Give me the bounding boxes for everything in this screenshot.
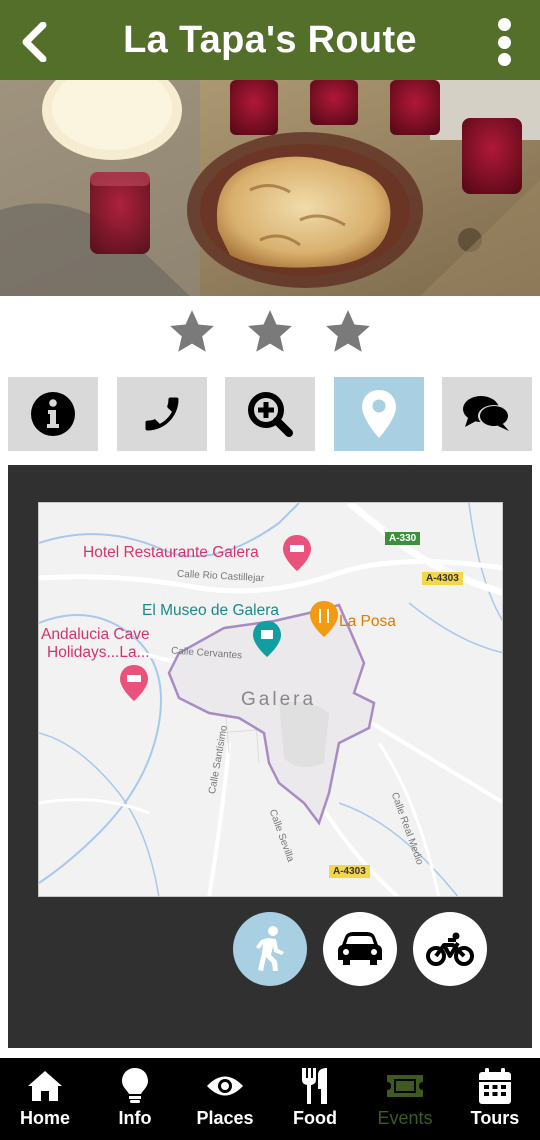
info-tab[interactable] bbox=[8, 377, 98, 451]
more-vertical-icon bbox=[497, 18, 511, 31]
app-screen: La Tapa's Route Hotel Restaurante Galera… bbox=[0, 0, 540, 1140]
nav-item-info[interactable]: Info bbox=[90, 1058, 180, 1140]
road-badge: A-330 bbox=[385, 532, 421, 545]
car-icon bbox=[338, 932, 382, 965]
nav-item-food[interactable]: Food bbox=[270, 1058, 360, 1140]
bottom-nav: Home Info Places Food Events Tours bbox=[0, 1058, 540, 1140]
nav-label: Info bbox=[118, 1108, 152, 1128]
back-button[interactable] bbox=[14, 20, 54, 64]
more-menu-button[interactable] bbox=[494, 18, 514, 66]
map-label-cave-line2[interactable]: Holidays...La... bbox=[47, 644, 150, 662]
chat-icon bbox=[463, 396, 510, 431]
home-icon bbox=[28, 1071, 62, 1101]
page-title: La Tapa's Route bbox=[123, 18, 417, 61]
info-icon bbox=[31, 392, 75, 436]
map-label-hotel[interactable]: Hotel Restaurante Galera bbox=[83, 544, 259, 562]
utensils-icon bbox=[302, 1068, 327, 1104]
map-view[interactable]: Hotel Restaurante Galera Calle Rio Casti… bbox=[38, 502, 503, 897]
ticket-icon bbox=[387, 1075, 423, 1097]
walking-icon bbox=[256, 926, 284, 971]
rating-stars bbox=[0, 300, 540, 364]
calendar-icon bbox=[479, 1068, 511, 1104]
zoom-tab[interactable] bbox=[225, 377, 315, 451]
lightbulb-icon bbox=[122, 1068, 148, 1103]
road-badge: A-4303 bbox=[422, 572, 463, 585]
detail-tabs bbox=[8, 377, 532, 451]
nav-label: Tours bbox=[470, 1108, 520, 1128]
nav-label: Home bbox=[19, 1108, 70, 1128]
nav-label: Places bbox=[196, 1108, 254, 1128]
zoom-in-icon bbox=[248, 392, 293, 437]
hero-photo bbox=[0, 80, 540, 296]
map-pin-icon bbox=[361, 390, 396, 438]
map-label-town: Galera bbox=[241, 689, 317, 710]
hotel-pin-icon bbox=[283, 535, 311, 571]
map-label-restaurant[interactable]: La Posa bbox=[339, 613, 396, 631]
phone-icon bbox=[145, 397, 178, 431]
phone-tab[interactable] bbox=[116, 377, 207, 451]
nav-label: Food bbox=[293, 1108, 337, 1128]
nav-item-places[interactable]: Places bbox=[180, 1058, 270, 1140]
road-badge: A-4303 bbox=[329, 865, 370, 878]
map-tab[interactable] bbox=[333, 377, 424, 451]
nav-item-home[interactable]: Home bbox=[0, 1058, 90, 1140]
map-label-cave-line1[interactable]: Andalucia Cave bbox=[41, 626, 150, 644]
app-header: La Tapa's Route bbox=[0, 0, 540, 80]
star-icon bbox=[248, 310, 292, 352]
chevron-left-icon bbox=[22, 22, 47, 62]
car-mode-button[interactable] bbox=[323, 912, 397, 986]
star-icon bbox=[170, 310, 214, 352]
nav-item-events[interactable]: Events bbox=[360, 1058, 450, 1140]
bicycle-mode-button[interactable] bbox=[413, 912, 487, 986]
map-panel: Hotel Restaurante Galera Calle Rio Casti… bbox=[8, 465, 532, 1048]
map-label-museum[interactable]: El Museo de Galera bbox=[142, 602, 279, 620]
cave-hotel-pin-icon bbox=[120, 665, 148, 701]
comments-tab[interactable] bbox=[442, 377, 532, 451]
bicycle-icon bbox=[426, 932, 474, 966]
walking-mode-button[interactable] bbox=[233, 912, 307, 986]
nav-item-tours[interactable]: Tours bbox=[450, 1058, 540, 1140]
nav-label: Events bbox=[377, 1108, 433, 1128]
star-icon bbox=[326, 310, 370, 352]
eye-icon bbox=[207, 1076, 243, 1096]
